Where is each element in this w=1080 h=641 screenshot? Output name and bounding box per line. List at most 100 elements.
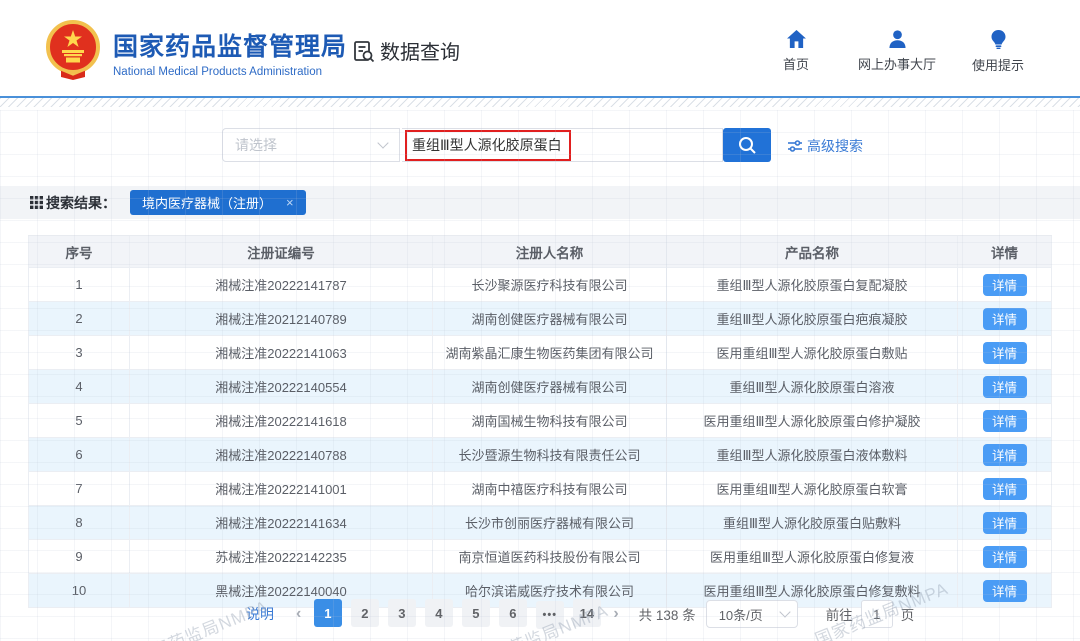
page-ellipsis[interactable]: ••• (536, 601, 564, 629)
row-detail-cell: 详情 (958, 268, 1052, 301)
row-index: 7 (28, 472, 130, 505)
data-query-icon (352, 39, 376, 63)
table-row: 2湘械注准20212140789湖南创健医疗器械有限公司重组Ⅲ型人源化胶原蛋白疤… (28, 302, 1052, 336)
home-icon (787, 30, 806, 48)
col-header-detail: 详情 (958, 236, 1052, 267)
goto-label: 前往 (826, 604, 853, 624)
row-detail-cell: 详情 (958, 336, 1052, 369)
nav-usage-tips[interactable]: 使用提示 (972, 30, 1024, 74)
page-button-1[interactable]: 1 (314, 599, 342, 627)
row-index: 4 (28, 370, 130, 403)
page-buttons: 123456 ••• 14 (309, 599, 605, 629)
site-title: 国家药品监督管理局 (113, 27, 347, 63)
row-company: 长沙聚源医疗科技有限公司 (433, 268, 667, 301)
nav-home[interactable]: 首页 (770, 30, 822, 74)
search-query-highlighted: 重组Ⅲ型人源化胶原蛋白 (405, 130, 571, 161)
row-index: 10 (28, 574, 130, 607)
page-button-14[interactable]: 14 (573, 599, 601, 627)
chevron-down-icon (377, 137, 388, 148)
row-cert-no: 湘械注准20222141787 (130, 268, 433, 301)
row-product: 重组Ⅲ型人源化胶原蛋白疤痕凝胶 (667, 302, 958, 335)
row-product: 医用重组Ⅲ型人源化胶原蛋白敷贴 (667, 336, 958, 369)
row-cert-no: 苏械注准20222142235 (130, 540, 433, 573)
filter-tag[interactable]: 境内医疗器械（注册） × (130, 190, 306, 215)
detail-button[interactable]: 详情 (983, 342, 1027, 364)
search-input[interactable]: 重组Ⅲ型人源化胶原蛋白 (402, 128, 723, 162)
user-icon (888, 30, 907, 48)
detail-button[interactable]: 详情 (983, 376, 1027, 398)
table-row: 9苏械注准20222142235南京恒道医药科技股份有限公司医用重组Ⅲ型人源化胶… (28, 540, 1052, 574)
row-cert-no: 湘械注准20222140788 (130, 438, 433, 471)
detail-button[interactable]: 详情 (983, 478, 1027, 500)
filter-tag-label: 境内医疗器械（注册） (142, 193, 272, 212)
row-index: 2 (28, 302, 130, 335)
col-header-product: 产品名称 (667, 236, 958, 267)
row-index: 8 (28, 506, 130, 539)
row-cert-no: 湘械注准20212140789 (130, 302, 433, 335)
detail-button[interactable]: 详情 (983, 274, 1027, 296)
goto-page-input[interactable] (861, 600, 893, 628)
category-select-placeholder: 请选择 (235, 135, 277, 155)
search-button[interactable] (723, 128, 771, 162)
detail-button[interactable]: 详情 (983, 546, 1027, 568)
row-company: 湖南中禧医疗科技有限公司 (433, 472, 667, 505)
page-button-6[interactable]: 6 (499, 599, 527, 627)
table-row: 3湘械注准20222141063湖南紫晶汇康生物医药集团有限公司医用重组Ⅲ型人源… (28, 336, 1052, 370)
row-detail-cell: 详情 (958, 540, 1052, 573)
category-select[interactable]: 请选择 (222, 128, 400, 162)
row-detail-cell: 详情 (958, 506, 1052, 539)
nav-usage-tips-label: 使用提示 (972, 55, 1024, 74)
nav-service-hall[interactable]: 网上办事大厅 (858, 30, 936, 74)
results-bar: 搜索结果： 境内医疗器械（注册） × (0, 186, 1080, 219)
detail-button[interactable]: 详情 (983, 444, 1027, 466)
row-index: 3 (28, 336, 130, 369)
page: 国家药品监督管理局 National Medical Products Admi… (0, 0, 1080, 641)
page-size-value: 10条/页 (719, 605, 763, 624)
table-header-row: 序号 注册证编号 注册人名称 产品名称 详情 (28, 235, 1052, 268)
page-size-select[interactable]: 10条/页 (706, 600, 798, 628)
row-cert-no: 湘械注准20222141001 (130, 472, 433, 505)
table-row: 8湘械注准20222141634长沙市创丽医疗器械有限公司重组Ⅲ型人源化胶原蛋白… (28, 506, 1052, 540)
page-button-4[interactable]: 4 (425, 599, 453, 627)
page-button-5[interactable]: 5 (462, 599, 490, 627)
top-nav: 首页 网上办事大厅 使用提示 (770, 30, 1024, 74)
row-index: 6 (28, 438, 130, 471)
tag-close-icon[interactable]: × (286, 195, 294, 210)
row-product: 医用重组Ⅲ型人源化胶原蛋白修护凝胶 (667, 404, 958, 437)
site-subtitle: National Medical Products Administration (113, 66, 347, 78)
advanced-search-link[interactable]: 高级搜索 (788, 136, 863, 156)
total-count: 共 138 条 (639, 604, 696, 624)
row-company: 湖南创健医疗器械有限公司 (433, 370, 667, 403)
row-company: 湖南创健医疗器械有限公司 (433, 302, 667, 335)
detail-button[interactable]: 详情 (983, 308, 1027, 330)
advanced-search-label: 高级搜索 (807, 136, 863, 156)
col-header-index: 序号 (28, 236, 130, 267)
app-title: 数据查询 (380, 36, 460, 65)
row-cert-no: 湘械注准20222141634 (130, 506, 433, 539)
table-row: 6湘械注准20222140788长沙暨源生物科技有限责任公司重组Ⅲ型人源化胶原蛋… (28, 438, 1052, 472)
goto-suffix: 页 (901, 604, 915, 624)
page-button-2[interactable]: 2 (351, 599, 379, 627)
row-product: 重组Ⅲ型人源化胶原蛋白复配凝胶 (667, 268, 958, 301)
row-company: 长沙暨源生物科技有限责任公司 (433, 438, 667, 471)
page-button-3[interactable]: 3 (388, 599, 416, 627)
grid-icon (30, 196, 43, 209)
table-body: 1湘械注准20222141787长沙聚源医疗科技有限公司重组Ⅲ型人源化胶原蛋白复… (28, 268, 1052, 608)
table-row: 5湘械注准20222141618湖南国械生物科技有限公司医用重组Ⅲ型人源化胶原蛋… (28, 404, 1052, 438)
row-index: 1 (28, 268, 130, 301)
row-product: 重组Ⅲ型人源化胶原蛋白贴敷料 (667, 506, 958, 539)
prev-page-icon[interactable]: ‹ (288, 605, 309, 623)
detail-button[interactable]: 详情 (983, 580, 1027, 602)
row-detail-cell: 详情 (958, 404, 1052, 437)
filter-sliders-icon (788, 139, 802, 153)
row-detail-cell: 详情 (958, 574, 1052, 607)
row-detail-cell: 详情 (958, 438, 1052, 471)
detail-button[interactable]: 详情 (983, 512, 1027, 534)
note-link[interactable]: 说明 (246, 604, 274, 624)
row-company: 长沙市创丽医疗器械有限公司 (433, 506, 667, 539)
detail-button[interactable]: 详情 (983, 410, 1027, 432)
row-index: 9 (28, 540, 130, 573)
next-page-icon[interactable]: › (605, 605, 626, 623)
header: 国家药品监督管理局 National Medical Products Admi… (0, 0, 1080, 96)
row-cert-no: 湘械注准20222140554 (130, 370, 433, 403)
